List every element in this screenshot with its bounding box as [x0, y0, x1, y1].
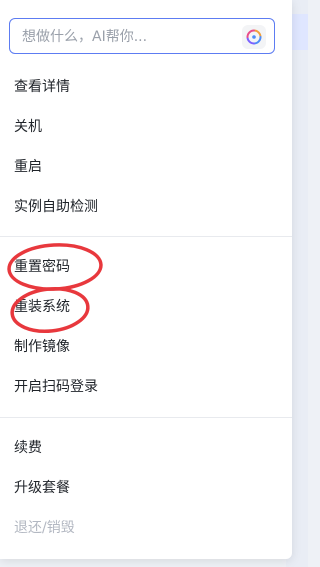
screen: 查看详情 关机 重启 实例自助检测 重置密码 重装系统 制作镜像 开启扫码登录 …	[0, 0, 308, 567]
menu-item-create-image[interactable]: 制作镜像	[0, 327, 292, 367]
menu-item-enable-qr-login[interactable]: 开启扫码登录	[0, 367, 292, 407]
menu-item-view-details[interactable]: 查看详情	[0, 67, 292, 107]
menu-item-restart[interactable]: 重启	[0, 147, 292, 187]
menu-item-renew[interactable]: 续费	[0, 428, 292, 468]
menu-group-basic: 查看详情 关机 重启 实例自助检测	[0, 67, 292, 227]
menu-divider	[0, 236, 292, 237]
menu-item-upgrade-plan[interactable]: 升级套餐	[0, 468, 292, 508]
ai-sparkle-icon[interactable]	[242, 25, 266, 49]
menu-item-refund-destroy: 退还/销毁	[14, 520, 75, 536]
menu-divider	[0, 417, 292, 418]
menu-group-system: 重置密码 重装系统 制作镜像 开启扫码登录	[0, 247, 292, 407]
menu-item-shutdown[interactable]: 关机	[0, 107, 292, 147]
menu-item-reinstall-system[interactable]: 重装系统	[0, 287, 292, 327]
menu-group-billing: 续费 升级套餐 退还/销毁	[0, 428, 292, 548]
menu-item-self-check[interactable]: 实例自助检测	[0, 187, 292, 227]
dropdown-menu: 查看详情 关机 重启 实例自助检测 重置密码 重装系统 制作镜像 开启扫码登录 …	[0, 0, 292, 559]
ai-search-box	[9, 18, 275, 55]
ai-search-input[interactable]	[20, 19, 234, 55]
menu-item-reset-password[interactable]: 重置密码	[0, 247, 292, 287]
